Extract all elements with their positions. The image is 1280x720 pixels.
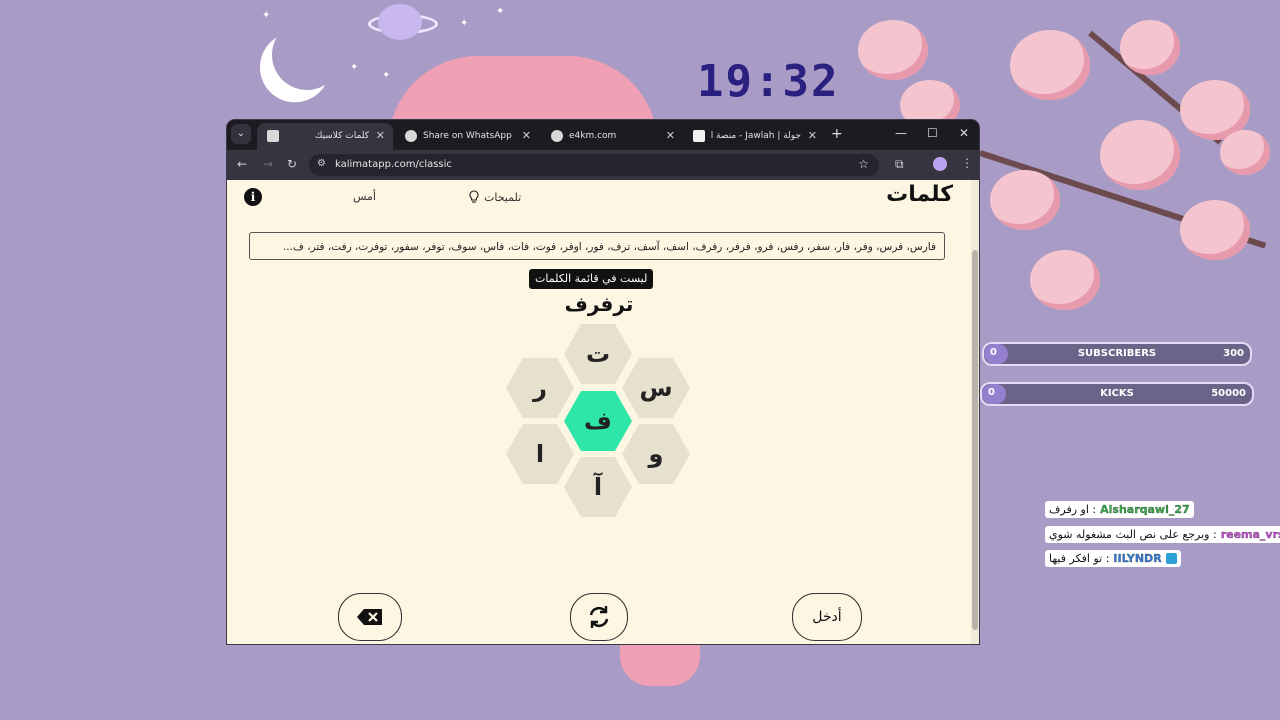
chat-text: او رفرف (1049, 503, 1089, 516)
star-icon: ✦ (382, 70, 391, 81)
tab-kalimat[interactable]: كلمات كلاسيك ✕ (257, 123, 393, 150)
bookmark-star-icon[interactable]: ☆ (858, 157, 869, 171)
profile-avatar[interactable] (933, 157, 947, 171)
close-window-icon[interactable]: ✕ (959, 126, 969, 140)
menu-kebab-icon[interactable]: ⋮ (961, 156, 973, 170)
blossom (1100, 120, 1180, 190)
hints-label: تلميحات (484, 190, 522, 204)
app-logo: كلمات (886, 182, 953, 207)
delete-button[interactable] (338, 593, 402, 641)
tab-e4km[interactable]: e4km.com ✕ (541, 123, 683, 150)
chat-text: تو افكر فيها (1049, 552, 1103, 565)
chat-username: reema_vrs99 (1220, 528, 1280, 541)
close-icon[interactable]: ✕ (808, 129, 817, 142)
address-bar[interactable]: ⚙ kalimatapp.com/classic ☆ (309, 154, 879, 176)
extensions-icon[interactable]: ⧉ (895, 157, 904, 172)
blossom (1180, 200, 1250, 260)
browser-toolbar: ← → ↻ ⚙ kalimatapp.com/classic ☆ ⧉ ⋮ (227, 150, 979, 180)
current-word: ترفرف (564, 292, 634, 316)
info-icon[interactable]: i (244, 188, 262, 206)
square-icon (267, 130, 279, 142)
tab-whatsapp[interactable]: Share on WhatsApp ✕ (395, 123, 539, 150)
reload-icon[interactable]: ↻ (287, 157, 297, 171)
letter-hex-bottom[interactable]: آ (564, 457, 632, 517)
hints-button[interactable]: تلميحات (468, 190, 521, 204)
web-page: كلمات تلميحات أمس i فارس، فرس، وفر، فار،… (227, 180, 971, 644)
star-icon: ✦ (460, 18, 469, 29)
desktop-clock: 19:32 (697, 56, 840, 107)
letter-hex-center[interactable]: ف (564, 391, 632, 451)
letter-hex-upper-right[interactable]: س (622, 358, 690, 418)
tab-title: Share on WhatsApp (423, 131, 512, 141)
goal-target: 50000 (1211, 388, 1246, 399)
star-icon: ✦ (496, 6, 505, 17)
site-info-icon[interactable]: ⚙ (317, 158, 326, 169)
tab-search-button[interactable]: ⌄ (231, 124, 251, 144)
goal-target: 300 (1223, 348, 1244, 359)
moon-icon (266, 14, 347, 95)
page-scrollbar[interactable] (971, 180, 979, 644)
close-icon[interactable]: ✕ (376, 129, 385, 142)
chat-message: Alsharqawi_27 : او رفرف (1045, 501, 1194, 518)
jawlah-icon (693, 130, 705, 142)
blossom (1120, 20, 1180, 75)
letter-hex-lower-left[interactable]: ا (506, 424, 574, 484)
tab-title: كلمات كلاسيك (314, 131, 369, 141)
tab-title: e4km.com (569, 131, 617, 141)
blossom (1030, 250, 1100, 310)
planet-icon (378, 4, 422, 40)
chat-text: وبرجع على نص البث مشغوله شوي (1049, 528, 1210, 541)
close-icon[interactable]: ✕ (522, 129, 531, 142)
letter-hex-top[interactable]: ت (564, 324, 632, 384)
maximize-icon[interactable]: ☐ (927, 126, 938, 140)
globe-icon (405, 130, 417, 142)
blossom (858, 20, 928, 80)
shuffle-icon (589, 606, 609, 628)
error-toast: ليست في قائمة الكلمات (529, 269, 654, 289)
browser-window: ⌄ كلمات كلاسيك ✕ Share on WhatsApp ✕ e4k… (227, 120, 979, 644)
shuffle-button[interactable] (570, 593, 628, 641)
backspace-icon (357, 609, 382, 625)
badge-icon (1165, 553, 1177, 564)
scrollbar-thumb[interactable] (972, 250, 978, 630)
kicks-goal-bar: 0 KICKS 50000 (980, 382, 1254, 406)
goal-label: SUBSCRIBERS (1077, 348, 1157, 359)
url-text: kalimatapp.com/classic (335, 159, 452, 170)
close-icon[interactable]: ✕ (666, 129, 675, 142)
back-icon[interactable]: ← (237, 157, 247, 171)
letter-hex-lower-right[interactable]: و (622, 424, 690, 484)
subscribers-goal-bar: 0 SUBSCRIBERS 300 (982, 342, 1252, 366)
blossom (1010, 30, 1090, 100)
yesterday-button[interactable]: أمس (353, 190, 376, 203)
letter-hex-upper-left[interactable]: ر (506, 358, 574, 418)
star-icon: ✦ (350, 62, 359, 73)
lightbulb-icon (469, 190, 479, 203)
character-feet (620, 640, 700, 686)
new-tab-button[interactable]: + (831, 126, 843, 142)
app-header: كلمات تلميحات أمس i (227, 180, 971, 214)
forward-icon[interactable]: → (263, 157, 273, 171)
tab-jawlah[interactable]: جولة | Jawlah - منصة الألـ ✕ (683, 123, 825, 150)
tab-title: جولة | Jawlah - منصة الألـ (711, 131, 801, 141)
blossom (1220, 130, 1270, 175)
enter-button[interactable]: أدخل (792, 593, 862, 641)
chat-username: IILYNDR (1113, 552, 1162, 565)
found-words-list[interactable]: فارس، فرس، وفر، فار، سفر، رفس، فرو، فرفر… (249, 232, 945, 260)
globe-icon (551, 130, 563, 142)
blossom (990, 170, 1060, 230)
minimize-icon[interactable]: — (895, 126, 907, 140)
chat-message: reema_vrs99 : وبرجع على نص البث مشغوله ش… (1045, 526, 1280, 543)
chat-message: IILYNDR : تو افكر فيها (1045, 550, 1181, 567)
chat-username: Alsharqawi_27 (1100, 503, 1190, 516)
tab-strip: ⌄ كلمات كلاسيك ✕ Share on WhatsApp ✕ e4k… (227, 120, 979, 150)
star-icon: ✦ (262, 10, 271, 21)
